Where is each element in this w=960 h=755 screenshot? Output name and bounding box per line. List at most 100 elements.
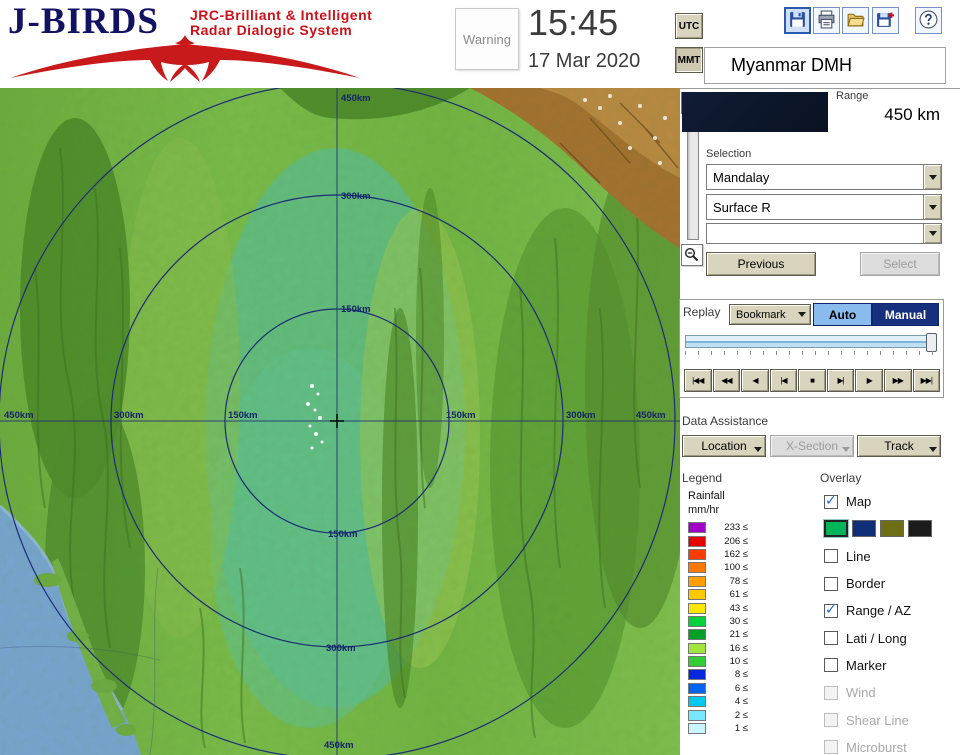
legend-color-swatch: [688, 589, 706, 601]
checkbox[interactable]: [824, 631, 838, 646]
track-button[interactable]: Track: [857, 435, 941, 457]
legend-color-swatch: [688, 709, 706, 721]
legend-color-swatch: [688, 562, 706, 574]
dropdown-arrow-icon: [754, 447, 762, 452]
dropdown-arrow-icon[interactable]: [923, 195, 941, 219]
legend-color-swatch: [688, 656, 706, 668]
site-dropdown[interactable]: Mandalay: [706, 164, 942, 190]
print-button[interactable]: [813, 7, 840, 34]
svg-text:150km: 150km: [341, 304, 371, 315]
legend-value: 10 ≤: [729, 656, 748, 668]
map-color-swatch[interactable]: [908, 520, 932, 538]
radar-map[interactable]: 450km 300km 150km 150km 300km 450km 450km 300km…: [0, 88, 680, 755]
legend-row: 43 ≤: [688, 601, 798, 614]
checkbox[interactable]: [824, 602, 838, 618]
auto-mode-button[interactable]: Auto: [813, 303, 872, 326]
svg-text:300km: 300km: [326, 643, 356, 654]
transport-button[interactable]: |◀◀: [684, 369, 712, 392]
transport-row: |◀◀ ◀◀ ◀ |◀ ■ ▶| ▶ ▶▶ ▶▶|: [684, 369, 941, 392]
overlay-label: Overlay: [820, 471, 862, 485]
overlay-row-border: Border: [824, 570, 946, 597]
overlay-item-label: Map: [846, 494, 872, 510]
zoom-out-button[interactable]: [681, 244, 703, 266]
transport-button[interactable]: ■: [798, 369, 826, 392]
eagle-logo-icon: [10, 35, 360, 82]
svg-text:450km: 450km: [341, 93, 371, 104]
overlay-item-label: Border: [846, 576, 886, 592]
manual-mode-button[interactable]: Manual: [872, 303, 939, 326]
warning-button[interactable]: Warning: [455, 8, 519, 70]
overlay-row-range-az: Range / AZ: [824, 597, 946, 624]
overlay-row-line: Line: [824, 543, 946, 570]
replay-timeline-slider[interactable]: [685, 333, 937, 352]
help-button[interactable]: [915, 7, 942, 34]
legend-value: 1 ≤: [734, 723, 748, 735]
x-section-button-label: X-Section: [785, 439, 839, 453]
transport-button[interactable]: ◀: [741, 369, 769, 392]
transport-button[interactable]: ◀◀: [712, 369, 741, 392]
map-color-swatch[interactable]: [824, 520, 848, 538]
legend-row: 6 ≤: [688, 682, 798, 695]
utc-button[interactable]: UTC: [675, 13, 703, 39]
open-folder-icon: [847, 13, 865, 26]
replay-label: Replay: [683, 305, 721, 319]
previous-button[interactable]: Previous: [706, 252, 816, 276]
transport-button[interactable]: ▶|: [826, 369, 855, 392]
timeline-ticks: [685, 351, 937, 355]
map-color-swatch[interactable]: [880, 520, 904, 538]
range-label: Range: [836, 90, 869, 102]
map-color-swatch-row: [824, 515, 946, 542]
save-button[interactable]: [784, 7, 811, 34]
zoom-slider[interactable]: [687, 118, 699, 240]
header: J-BIRDS JRC-Brilliant & Intelligent Rada…: [0, 0, 960, 89]
checkbox: [824, 713, 838, 728]
transport-button[interactable]: ▶: [855, 369, 883, 392]
legend-row: 8 ≤: [688, 668, 798, 681]
svg-text:300km: 300km: [114, 410, 144, 421]
mmt-button[interactable]: MMT: [675, 47, 703, 73]
logo-subtitle-line1: JRC-Brilliant & Intelligent: [190, 7, 373, 23]
product-dropdown[interactable]: Surface R: [706, 194, 942, 220]
svg-text:150km: 150km: [328, 529, 358, 540]
overlay-row-wind: Wind: [824, 679, 946, 706]
overlay-item-label: Shear Line: [846, 712, 909, 728]
checkbox[interactable]: [824, 576, 838, 591]
svg-text:450km: 450km: [636, 410, 666, 421]
save-as-button[interactable]: [872, 7, 899, 34]
location-button[interactable]: Location: [682, 435, 766, 457]
legend-row: 78 ≤: [688, 575, 798, 588]
extra-dropdown[interactable]: [706, 223, 942, 244]
dropdown-arrow-icon[interactable]: [923, 224, 941, 243]
selection-label: Selection: [706, 148, 752, 160]
open-folder-button[interactable]: [842, 7, 869, 34]
product-dropdown-value: Surface R: [713, 199, 771, 215]
checkbox[interactable]: [824, 493, 838, 509]
replay-slider-thumb[interactable]: [926, 333, 937, 352]
dropdown-arrow-icon[interactable]: [923, 165, 941, 189]
legend-color-swatch: [688, 669, 706, 681]
overlay-item-label: Lati / Long: [846, 630, 907, 646]
checkbox: [824, 685, 838, 700]
legend-color-swatch: [688, 615, 706, 627]
legend-row: 2 ≤: [688, 708, 798, 721]
overlay-row-shear-line: Shear Line: [824, 706, 946, 733]
legend-color-swatch: [688, 642, 706, 654]
legend-value: 162 ≤: [724, 548, 748, 560]
map-color-swatch[interactable]: [852, 520, 876, 538]
legend-color-swatch: [688, 723, 706, 735]
data-assistance-label: Data Assistance: [682, 414, 769, 428]
checkbox[interactable]: [824, 658, 838, 673]
bookmark-button[interactable]: Bookmark: [729, 304, 811, 325]
svg-text:450km: 450km: [324, 740, 354, 751]
svg-text:300km: 300km: [341, 191, 371, 202]
legend-row: 100 ≤: [688, 561, 798, 574]
transport-button[interactable]: |◀: [769, 369, 798, 392]
zoom-out-icon: [684, 247, 699, 262]
checkbox[interactable]: [824, 549, 838, 564]
organization-name: Myanmar DMH: [704, 47, 946, 84]
transport-button[interactable]: ▶▶: [883, 369, 912, 392]
legend-row: 21 ≤: [688, 628, 798, 641]
overlay-item-label: Range / AZ: [846, 603, 912, 619]
legend-color-swatch: [688, 575, 706, 587]
transport-button[interactable]: ▶▶|: [912, 369, 941, 392]
